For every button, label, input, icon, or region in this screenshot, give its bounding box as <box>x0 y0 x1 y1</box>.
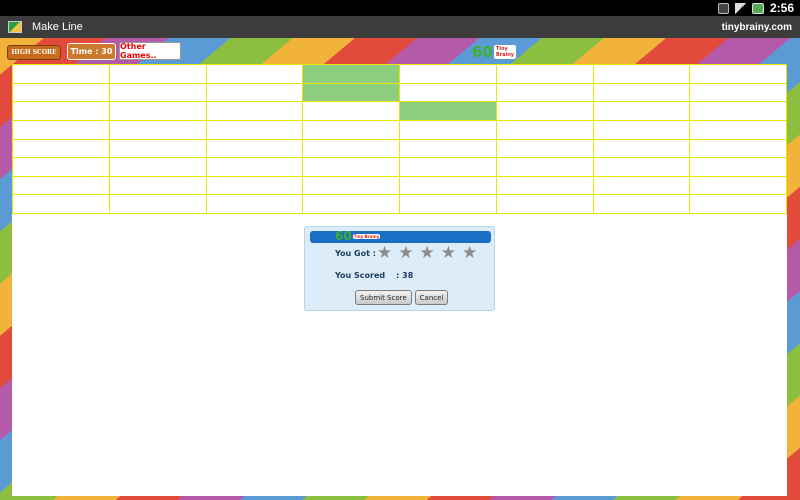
grid-cell[interactable] <box>109 176 207 196</box>
grid-cell[interactable] <box>109 120 207 140</box>
grid-cell[interactable] <box>13 139 110 159</box>
grid-cell[interactable] <box>206 83 304 103</box>
grid-cell[interactable] <box>593 176 691 196</box>
grid-cell[interactable] <box>109 158 207 177</box>
grid-cell[interactable] <box>206 120 304 140</box>
grid-cell[interactable] <box>400 83 497 103</box>
you-got-label: You Got : <box>335 249 376 258</box>
grid-cell[interactable] <box>593 83 691 103</box>
grid-cell[interactable] <box>13 195 110 214</box>
grid-cell[interactable] <box>496 102 594 121</box>
grid-cell[interactable] <box>109 83 207 103</box>
grid-cell[interactable] <box>303 195 400 214</box>
grid-cell[interactable] <box>13 65 110 84</box>
grid-cell[interactable] <box>690 120 787 140</box>
grid-cell[interactable] <box>690 65 787 84</box>
grid-cell[interactable] <box>303 120 400 140</box>
grid-cell[interactable] <box>690 83 787 103</box>
app-title: Make Line <box>32 21 83 33</box>
score-dialog: 60 Tiny Brainy You Got : ★ ★ ★ ★ ★ You S… <box>304 226 495 311</box>
logo-text: Tiny Brainy <box>493 45 517 59</box>
grid-cell[interactable] <box>593 65 691 84</box>
title-bar: Make Line tinybrainy.com <box>0 16 800 38</box>
grid-cell[interactable] <box>400 120 497 140</box>
grid-cell[interactable] <box>303 158 400 177</box>
high-score-button[interactable]: HIGH SCORE <box>7 45 61 60</box>
grid-cell[interactable] <box>206 176 304 196</box>
grid-cell[interactable] <box>496 65 594 84</box>
grid-cell[interactable] <box>593 158 691 177</box>
grid-cell[interactable] <box>206 102 304 121</box>
grid-cell[interactable] <box>13 120 110 140</box>
grid-cell[interactable] <box>593 195 691 214</box>
grid-cell[interactable] <box>496 176 594 196</box>
submit-score-button[interactable]: Submit Score <box>355 290 412 305</box>
grid-cell[interactable] <box>593 102 691 121</box>
you-scored-label: You Scored <box>335 271 386 280</box>
logo-number: 60 <box>472 43 493 61</box>
game-grid <box>12 64 787 214</box>
grid-cell[interactable] <box>400 195 497 214</box>
grid-cell[interactable] <box>400 102 497 121</box>
score-value: : 38 <box>396 271 414 280</box>
time-display: Time : 30 <box>67 43 116 60</box>
dialog-buttons: Submit Score Cancel <box>355 290 449 305</box>
battery-icon <box>751 2 764 14</box>
grid-cell[interactable] <box>690 139 787 159</box>
grid-cell[interactable] <box>400 158 497 177</box>
grid-cell[interactable] <box>593 139 691 159</box>
grid-cell[interactable] <box>593 120 691 140</box>
star-icon: ★ <box>462 243 478 263</box>
grid-cell[interactable] <box>13 102 110 121</box>
grid-cell[interactable] <box>690 176 787 196</box>
status-bar: 2:56 <box>0 0 800 16</box>
grid-cell[interactable] <box>206 65 304 84</box>
cancel-button[interactable]: Cancel <box>414 290 449 305</box>
app-icon <box>8 21 22 33</box>
grid-cell[interactable] <box>13 158 110 177</box>
grid-cell[interactable] <box>303 83 400 103</box>
dialog-logo-text: Tiny Brainy <box>352 233 381 239</box>
grid-cell[interactable] <box>206 139 304 159</box>
dialog-logo: 60 Tiny Brainy <box>335 227 381 245</box>
grid-cell[interactable] <box>303 102 400 121</box>
dialog-logo-number: 60 <box>335 229 352 243</box>
star-rating: ★ ★ ★ ★ ★ <box>377 243 477 263</box>
star-icon: ★ <box>377 243 393 263</box>
grid-cell[interactable] <box>690 195 787 214</box>
tinybrainy-logo: 60 Tiny Brainy <box>472 42 517 62</box>
grid-cell[interactable] <box>496 139 594 159</box>
grid-cell[interactable] <box>303 139 400 159</box>
grid-cell[interactable] <box>496 158 594 177</box>
grid-cell[interactable] <box>303 65 400 84</box>
site-name: tinybrainy.com <box>721 21 792 33</box>
grid-cell[interactable] <box>13 83 110 103</box>
grid-cell[interactable] <box>400 176 497 196</box>
grid-cell[interactable] <box>206 195 304 214</box>
grid-cell[interactable] <box>109 139 207 159</box>
other-games-button[interactable]: Other Games.. <box>119 42 181 60</box>
grid-cell[interactable] <box>496 120 594 140</box>
grid-cell[interactable] <box>206 158 304 177</box>
grid-cell[interactable] <box>496 83 594 103</box>
grid-cell[interactable] <box>109 195 207 214</box>
grid-cell[interactable] <box>400 139 497 159</box>
grid-cell[interactable] <box>109 102 207 121</box>
grid-cell[interactable] <box>303 176 400 196</box>
usb-icon <box>717 2 729 14</box>
grid-cell[interactable] <box>13 176 110 196</box>
grid-cell[interactable] <box>690 102 787 121</box>
status-time: 2:56 <box>769 1 794 15</box>
star-icon: ★ <box>398 243 414 263</box>
grid-cell[interactable] <box>690 158 787 177</box>
score-row: You Scored : 38 <box>335 271 413 280</box>
grid-cell[interactable] <box>109 65 207 84</box>
star-icon: ★ <box>440 243 456 263</box>
game-toolbar: HIGH SCORE Time : 30 Other Games.. 60 Ti… <box>0 38 800 64</box>
signal-icon <box>734 2 746 14</box>
star-icon: ★ <box>419 243 435 263</box>
grid-cell[interactable] <box>496 195 594 214</box>
grid-cell[interactable] <box>400 65 497 84</box>
